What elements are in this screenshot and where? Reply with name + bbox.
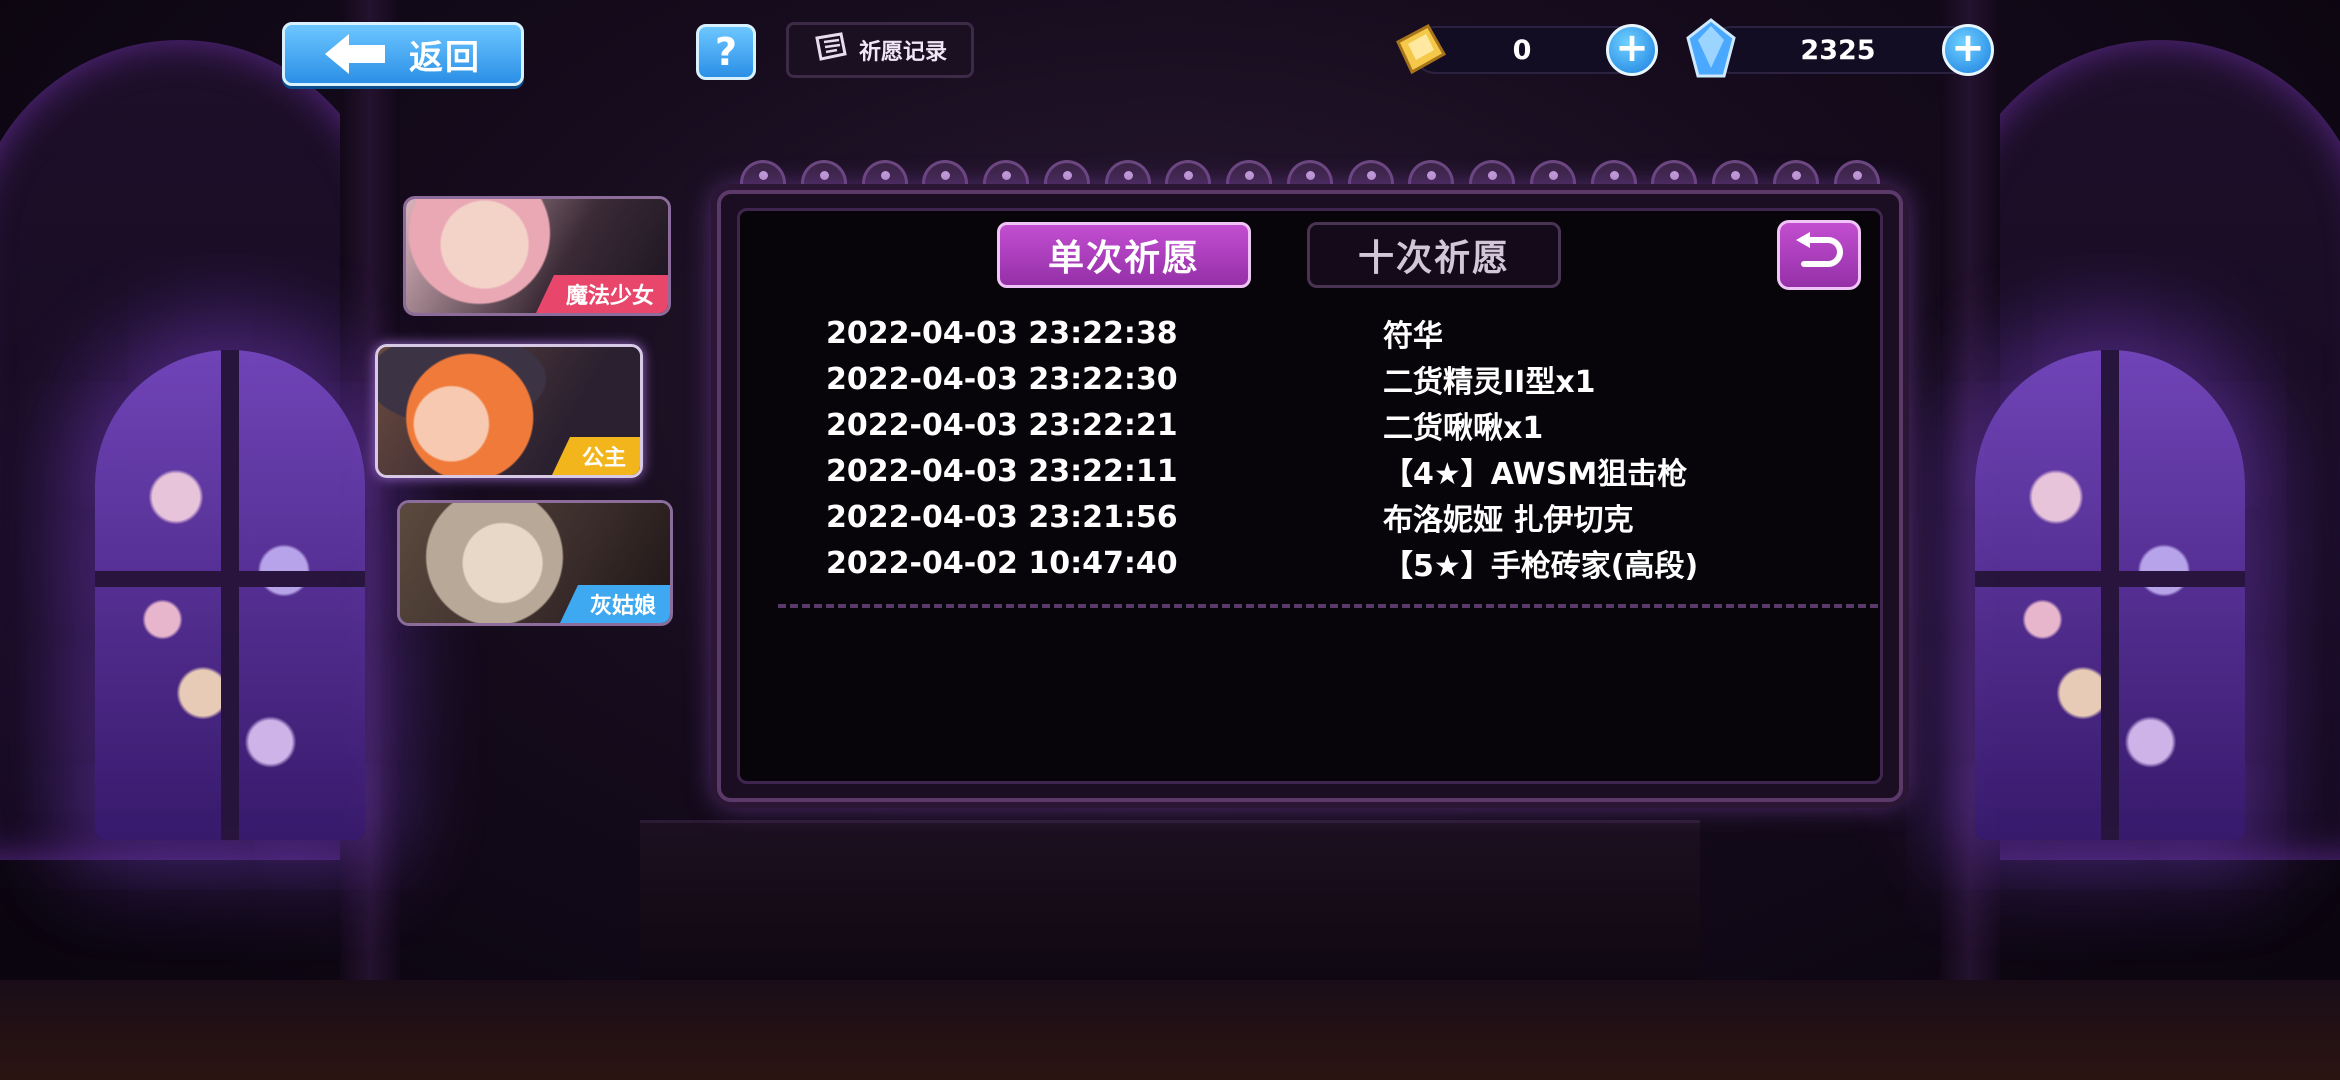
record-time: 2022-04-03 23:21:56: [826, 499, 1178, 535]
add-gold-button[interactable]: +: [1606, 24, 1658, 76]
record-time: 2022-04-03 23:22:30: [826, 361, 1178, 397]
blue-crystal-icon: [1684, 18, 1738, 84]
record-time: 2022-04-03 23:22:11: [826, 453, 1178, 489]
character-card-magical-girl[interactable]: 魔法少女: [403, 196, 671, 316]
add-crystal-button[interactable]: +: [1942, 24, 1994, 76]
scroll-icon: [813, 32, 849, 68]
wish-record-list: 2022-04-03 23:22:38 符华 2022-04-03 23:22:…: [826, 310, 1876, 586]
help-icon: ?: [714, 30, 738, 74]
record-item: 【4★】AWSM狙击枪: [1383, 457, 1688, 492]
list-item: 2022-04-03 23:21:56 布洛妮娅 扎伊切克: [826, 494, 1876, 540]
record-time: 2022-04-03 23:22:38: [826, 315, 1178, 351]
list-item: 2022-04-03 23:22:11 【4★】AWSM狙击枪: [826, 448, 1876, 494]
character-tag: 灰姑娘: [559, 585, 670, 623]
golden-ticket-icon: [1392, 20, 1452, 82]
list-divider: [778, 604, 1878, 608]
wish-record-label: 祈愿记录: [858, 40, 947, 65]
record-item: 【5★】手枪砖家(高段): [1383, 549, 1699, 584]
record-item: 二货啾啾x1: [1383, 411, 1544, 446]
left-stained-glass-window: [95, 350, 365, 840]
character-tag: 魔法少女: [535, 275, 668, 313]
floor: [0, 980, 2340, 1080]
back-label: 返回: [409, 37, 481, 78]
back-button[interactable]: 返回: [282, 22, 524, 86]
record-time: 2022-04-03 23:22:21: [826, 407, 1178, 443]
return-button[interactable]: [1777, 220, 1861, 290]
list-item: 2022-04-03 23:22:38 符华: [826, 310, 1876, 356]
gold-ticket-count: 0: [1512, 34, 1532, 66]
tab-ten-wish[interactable]: 十次祈愿: [1307, 222, 1561, 288]
wish-record-button[interactable]: 祈愿记录: [786, 22, 974, 78]
undo-arrow-icon: [1794, 232, 1844, 278]
back-arrow-icon: [325, 34, 387, 74]
record-item: 二货精灵II型x1: [1383, 365, 1596, 400]
list-item: 2022-04-03 23:22:21 二货啾啾x1: [826, 402, 1876, 448]
stage-platform: [640, 820, 1700, 993]
right-stained-glass-window: [1975, 350, 2245, 840]
crystal-currency: 2325 +: [1708, 24, 1994, 76]
record-time: 2022-04-02 10:47:40: [826, 545, 1178, 581]
record-item: 符华: [1383, 319, 1443, 354]
help-button[interactable]: ?: [696, 24, 756, 80]
record-item: 布洛妮娅 扎伊切克: [1383, 503, 1634, 538]
character-card-princess[interactable]: 公主: [375, 344, 643, 478]
character-card-cinderella[interactable]: 灰姑娘: [397, 500, 673, 626]
list-item: 2022-04-02 10:47:40 【5★】手枪砖家(高段): [826, 540, 1876, 586]
list-item: 2022-04-03 23:22:30 二货精灵II型x1: [826, 356, 1876, 402]
tab-single-wish[interactable]: 单次祈愿: [997, 222, 1251, 288]
crystal-count: 2325: [1800, 34, 1876, 66]
